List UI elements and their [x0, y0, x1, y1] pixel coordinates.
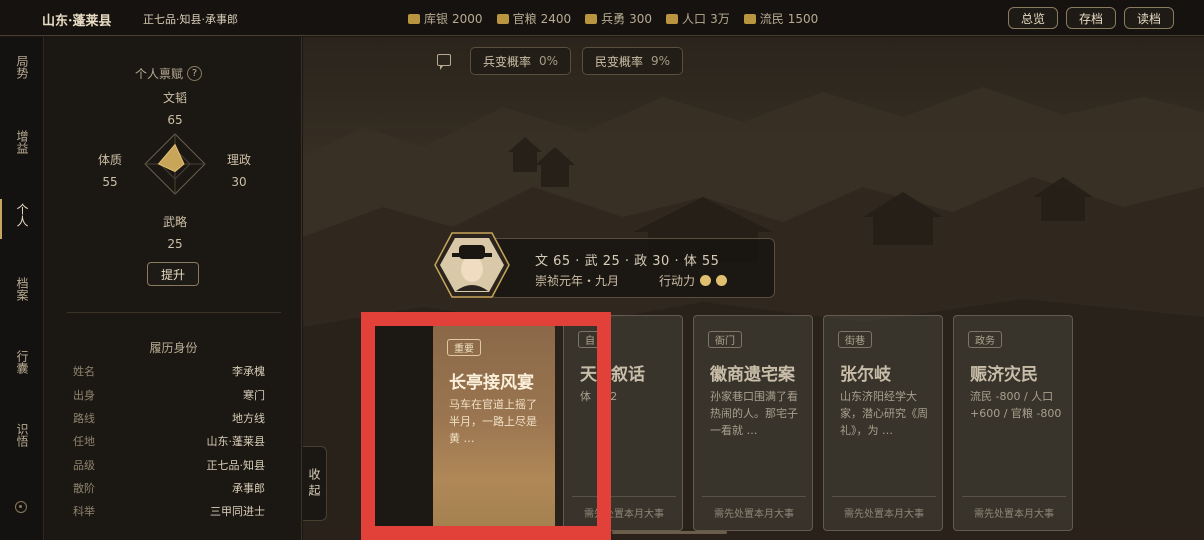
- card-title: 赈济灾民: [970, 365, 1038, 385]
- character-stats: 文 65 · 武 25 · 政 30 · 体 55: [535, 254, 720, 269]
- character-portrait[interactable]: [434, 231, 510, 299]
- region-title: 山东·蓬莱县: [42, 14, 112, 29]
- attr-li: 理政 30: [226, 153, 251, 189]
- game-date: 崇祯元年・九月: [535, 274, 620, 288]
- event-card[interactable]: 政务 赈济灾民 流民 -800 / 人口 +600 / 官粮 -800 需先处置…: [953, 315, 1073, 531]
- settings-icon[interactable]: [15, 501, 27, 513]
- attr-wen: 文韬 65: [162, 91, 187, 127]
- card-footer: 需先处置本月大事: [962, 496, 1066, 520]
- resume-title: 履历身份: [149, 341, 198, 355]
- card-title: 徽商遗宅案: [710, 365, 795, 385]
- mutiny-rate: 兵变概率 0%: [470, 47, 572, 75]
- highlight-box: [361, 312, 611, 540]
- resume-row: 路线 地方线: [73, 412, 265, 425]
- stat-soldiers: 兵勇 300: [585, 10, 652, 27]
- soldier-icon: [585, 13, 598, 24]
- stat-grain: 官粮 2400: [496, 10, 571, 27]
- nav-personal[interactable]: 个人: [0, 199, 44, 239]
- card-title: 张尔岐: [840, 365, 891, 385]
- resume-row: 姓名 李承槐: [73, 365, 265, 378]
- card-tag: 衙门: [708, 331, 742, 348]
- rank-title: 正七品·知县·承事郎: [143, 13, 238, 26]
- load-button[interactable]: 读档: [1123, 7, 1174, 29]
- nav-buffs[interactable]: 增益: [0, 130, 44, 158]
- attr-ti: 体质 55: [97, 153, 122, 189]
- collapse-button[interactable]: 收起: [303, 446, 327, 521]
- attr-wu: 武略 25: [162, 215, 187, 251]
- nav-situation[interactable]: 局势: [0, 55, 44, 83]
- resume-row: 任地 山东·蓬莱县: [73, 435, 265, 448]
- action-point-icon: [700, 275, 712, 286]
- resource-stats: 库银 2000 官粮 2400 兵勇 300 人口 3万 流民 1500: [408, 10, 818, 27]
- card-desc: 山东济阳经学大家，潜心研究《周礼》，为 …: [840, 390, 928, 437]
- save-button[interactable]: 存档: [1065, 7, 1116, 29]
- boost-button[interactable]: 提升: [147, 262, 199, 286]
- talent-title: 个人禀赋 ?: [135, 65, 203, 82]
- card-desc: 孙家巷口围满了看热闹的人。那宅子一看就 …: [710, 390, 798, 437]
- overview-button[interactable]: 总览: [1007, 7, 1058, 29]
- nav-archive[interactable]: 档案: [0, 277, 44, 305]
- resume-row: 散阶 承事郎: [73, 482, 265, 495]
- divider: [67, 312, 281, 313]
- card-footer: 需先处置本月大事: [702, 496, 806, 520]
- resume-row: 品级 正七品·知县: [73, 459, 265, 472]
- population-icon: [666, 13, 679, 24]
- event-card[interactable]: 衙门 徽商遗宅案 孙家巷口围满了看热闹的人。那宅子一看就 … 需先处置本月大事: [693, 315, 813, 531]
- attribute-radar: [144, 133, 206, 195]
- card-desc: 流民 -800 / 人口 +600 / 官粮 -800: [970, 390, 1062, 420]
- left-nav: 局势 增益 个人 档案 行囊 识悟: [0, 37, 44, 540]
- nav-insight[interactable]: 识悟: [0, 423, 44, 451]
- card-tag: 政务: [968, 331, 1002, 348]
- help-icon[interactable]: ?: [187, 66, 203, 81]
- card-footer: 需先处置本月大事: [832, 496, 936, 520]
- grain-icon: [496, 13, 509, 24]
- cards-scrollbar[interactable]: [612, 531, 727, 534]
- resume-row: 科举 三甲同进士: [73, 505, 265, 518]
- refugee-icon: [743, 13, 756, 24]
- resume-row: 出身 寒门: [73, 389, 265, 402]
- nav-bag[interactable]: 行囊: [0, 350, 44, 378]
- stat-silver: 库银 2000: [408, 10, 483, 27]
- chat-icon[interactable]: [437, 54, 451, 70]
- card-tag: 街巷: [838, 331, 872, 348]
- unrest-rate: 民变概率 9%: [582, 47, 684, 75]
- top-bar: 山东·蓬莱县 正七品·知县·承事郎 库银 2000 官粮 2400 兵勇 300…: [0, 0, 1204, 36]
- profile-panel: 个人禀赋 ? 文韬 65 理政 30 武略 25 体质 55 提升 履历身份 姓名 李承槐…: [45, 37, 302, 540]
- action-point-icon: [716, 275, 728, 286]
- stat-refugees: 流民 1500: [743, 10, 818, 27]
- stat-population: 人口 3万: [666, 10, 730, 27]
- action-points: 行动力: [659, 272, 728, 289]
- event-card[interactable]: 街巷 张尔岐 山东济阳经学大家，潜心研究《周礼》，为 … 需先处置本月大事: [823, 315, 943, 531]
- silver-icon: [408, 13, 420, 24]
